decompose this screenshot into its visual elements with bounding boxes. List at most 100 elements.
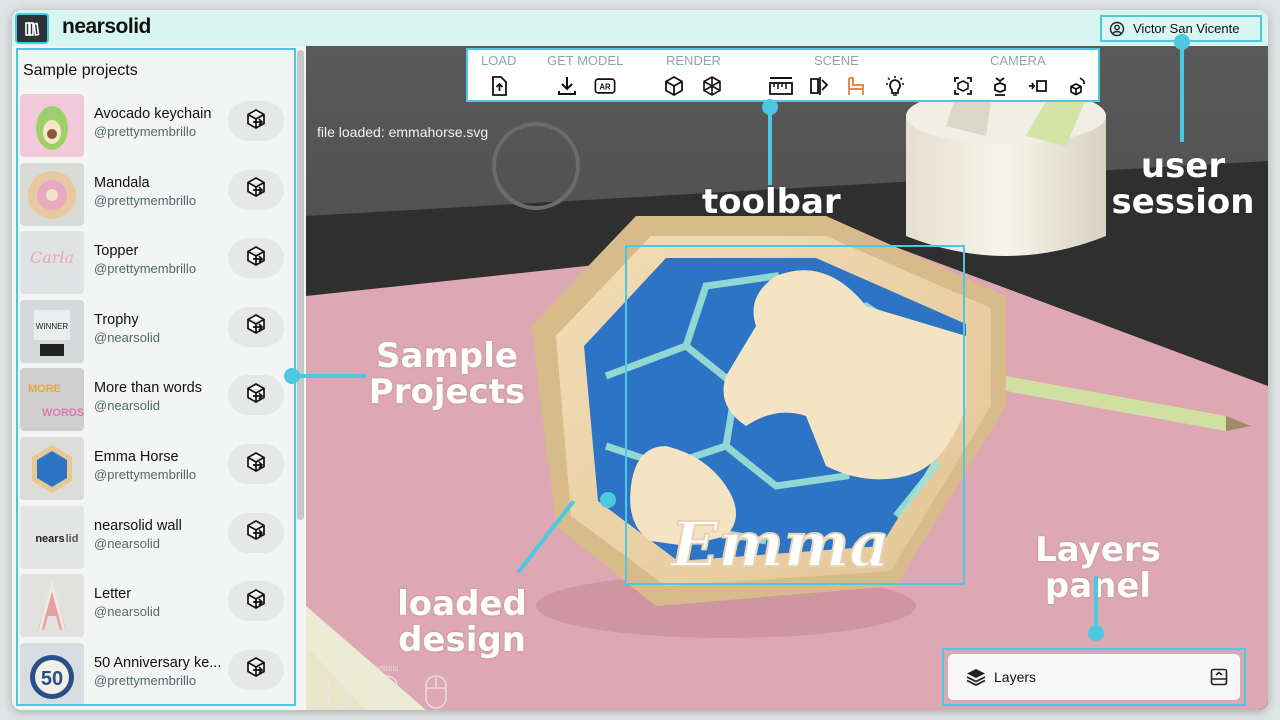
camera-side-icon[interactable] bbox=[1027, 75, 1049, 97]
mouse-controls-title: mouse controls bbox=[344, 664, 399, 673]
open-project-button[interactable] bbox=[228, 581, 284, 622]
project-item[interactable]: MORE WORDS More than words @nearsolid bbox=[20, 368, 292, 434]
project-thumbnail bbox=[20, 574, 84, 638]
layers-panel: Layers bbox=[942, 648, 1246, 706]
project-author: @prettymembrillo bbox=[94, 467, 197, 482]
svg-text:Carla: Carla bbox=[30, 248, 74, 267]
svg-text:nears: nears bbox=[35, 533, 64, 545]
mouse-label-zoom: zoom bbox=[425, 709, 445, 710]
desk-icon[interactable] bbox=[845, 75, 867, 97]
project-author: @prettymembrillo bbox=[94, 261, 197, 277]
open-project-button[interactable] bbox=[228, 649, 284, 690]
project-item[interactable]: Carla Topper @prettymembrillo bbox=[20, 231, 292, 297]
open-project-button[interactable] bbox=[228, 169, 284, 210]
project-name: nearsolid wall bbox=[94, 517, 182, 534]
project-author: @nearsolid bbox=[94, 398, 160, 414]
camera-iso-icon[interactable] bbox=[1066, 75, 1088, 97]
project-item[interactable]: Avocado keychain @prettymembrillo bbox=[20, 94, 292, 160]
project-author: @nearsolid bbox=[94, 535, 160, 551]
open-model-icon bbox=[245, 656, 267, 683]
svg-text:lid: lid bbox=[66, 533, 79, 545]
project-name: Letter bbox=[94, 586, 132, 603]
project-thumbnail: WINNER bbox=[20, 299, 84, 363]
project-name: Trophy bbox=[94, 311, 139, 328]
toolbar-annotation-line bbox=[768, 105, 772, 185]
project-author: @prettymembrillo bbox=[94, 672, 197, 688]
open-project-button[interactable] bbox=[228, 512, 284, 553]
project-name: Mandala bbox=[94, 174, 150, 191]
light-icon[interactable] bbox=[884, 75, 906, 97]
svg-text:WINNER: WINNER bbox=[36, 322, 69, 331]
toolbar-annotation: toolbar bbox=[702, 182, 841, 222]
download-icon[interactable] bbox=[556, 75, 578, 97]
project-author: @nearsolid bbox=[94, 329, 160, 345]
user-annotation-line1: user bbox=[1140, 146, 1226, 186]
project-item[interactable]: Emma Horse @prettymembrillo bbox=[20, 437, 292, 503]
cube-icon[interactable] bbox=[663, 75, 685, 97]
project-thumbnail bbox=[20, 94, 84, 157]
project-thumbnail: 50 bbox=[20, 642, 84, 706]
sample-annotation-line bbox=[292, 374, 366, 378]
open-project-button[interactable] bbox=[228, 101, 284, 141]
layers-panel-header[interactable]: Layers bbox=[948, 654, 1240, 700]
model-text: Emma bbox=[669, 508, 890, 581]
sample-annotation-line1: Sample bbox=[376, 336, 518, 376]
open-model-icon bbox=[245, 245, 267, 272]
upload-icon[interactable] bbox=[488, 75, 510, 97]
project-author: @nearsolid bbox=[94, 604, 160, 620]
project-name: More than words bbox=[94, 380, 202, 397]
project-name: 50 Anniversary ke... bbox=[94, 654, 222, 671]
project-name: Emma Horse bbox=[94, 449, 179, 465]
svg-text:AR: AR bbox=[599, 83, 611, 92]
project-item[interactable]: Mandala @prettymembrillo bbox=[20, 162, 292, 229]
sample-annotation-dot bbox=[284, 368, 300, 384]
svg-text:WORDS: WORDS bbox=[42, 407, 84, 419]
wireframe-cube-icon[interactable] bbox=[701, 75, 723, 97]
project-item[interactable]: 50 50 Anniversary ke... @prettymembrillo bbox=[20, 642, 292, 709]
open-project-button[interactable] bbox=[228, 375, 284, 416]
toolbar-group-scene: SCENE bbox=[814, 53, 859, 68]
user-annotation-dot bbox=[1174, 34, 1190, 50]
layers-label: Layers bbox=[994, 669, 1037, 685]
open-project-button[interactable] bbox=[228, 238, 284, 279]
camera-front-icon[interactable] bbox=[989, 75, 1011, 97]
user-name: Victor San Vicente bbox=[1133, 21, 1240, 36]
project-author: @prettymembrillo bbox=[94, 192, 197, 208]
project-item[interactable]: nears lid nearsolid wall @nearsolid bbox=[20, 505, 292, 572]
ar-icon[interactable]: AR bbox=[594, 75, 616, 97]
project-thumbnail: nears lid bbox=[20, 505, 84, 569]
library-button[interactable] bbox=[15, 13, 49, 44]
project-item[interactable]: WINNER Trophy @nearsolid bbox=[20, 299, 292, 366]
design-annotation-dot bbox=[600, 492, 616, 508]
toolbar-group-camera: CAMERA bbox=[990, 53, 1046, 68]
project-thumbnail: Carla bbox=[20, 231, 84, 295]
layers-annotation-dot bbox=[1088, 625, 1104, 641]
focus-icon[interactable] bbox=[952, 75, 974, 97]
open-project-button[interactable] bbox=[228, 306, 284, 347]
layers-annotation-line bbox=[1094, 576, 1098, 630]
sidebar-title: Sample projects bbox=[23, 62, 138, 79]
sample-projects-sidebar: Sample projects Avocado keychain @prettym… bbox=[12, 46, 306, 710]
project-thumbnail: MORE WORDS bbox=[20, 368, 84, 432]
toolbar-group-render: RENDER bbox=[666, 53, 721, 68]
mouse-controls-icons bbox=[327, 675, 447, 709]
header-bar: nearsolid Victor San Vicente bbox=[12, 10, 1268, 46]
expand-panel-icon[interactable] bbox=[1210, 668, 1228, 686]
open-model-icon bbox=[245, 519, 267, 546]
user-icon bbox=[1109, 21, 1125, 36]
layers-icon bbox=[966, 669, 986, 686]
cut-icon[interactable] bbox=[808, 75, 830, 97]
app-window: nearsolid Victor San Vicente Sample proj… bbox=[12, 10, 1268, 710]
open-model-icon bbox=[245, 108, 267, 135]
open-model-icon bbox=[245, 382, 267, 409]
design-annotation-line1: loaded bbox=[397, 584, 527, 624]
file-loaded-status: file loaded: emmahorse.svg bbox=[317, 124, 489, 140]
open-project-button[interactable] bbox=[228, 444, 284, 484]
toolbar-group-load: LOAD bbox=[481, 53, 517, 68]
mouse-label-translate: translate bbox=[369, 709, 400, 710]
ruler-icon[interactable] bbox=[768, 75, 794, 97]
toolbar-annotation-dot bbox=[762, 99, 778, 115]
user-annotation-line2: session bbox=[1111, 182, 1255, 222]
project-item[interactable]: Letter @nearsolid bbox=[20, 574, 292, 640]
sidebar-scrollbar[interactable] bbox=[297, 50, 304, 520]
